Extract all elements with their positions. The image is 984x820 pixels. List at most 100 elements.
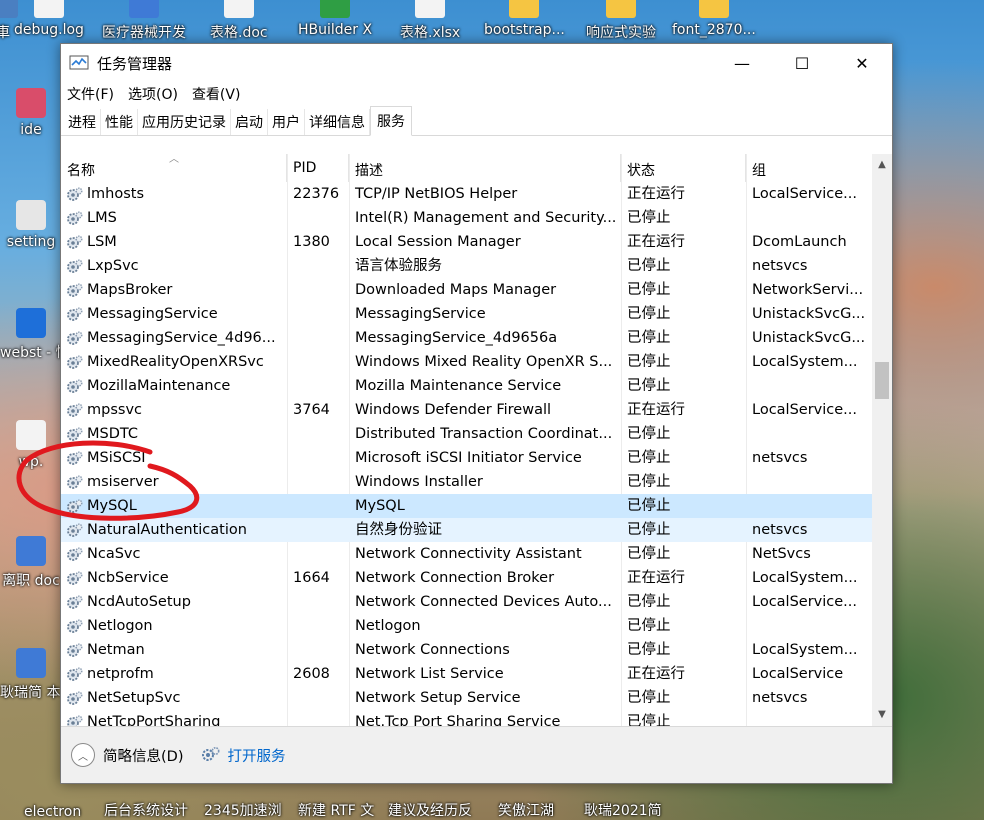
collapse-chevron-icon: ︿	[71, 743, 95, 767]
desktop-icon[interactable]: setting	[0, 200, 62, 250]
minimize-button[interactable]: —	[712, 44, 772, 82]
desktop-icon-label: 医疗器械开发	[102, 25, 186, 41]
service-row[interactable]: MapsBroker Downloaded Maps Manager 已停止 Netw…	[61, 278, 872, 302]
service-pid-cell	[287, 614, 349, 638]
desktop-icon[interactable]: ide	[0, 88, 62, 138]
service-pid-cell	[287, 710, 349, 726]
desktop-icon-label[interactable]: 2345加速浏	[204, 800, 282, 820]
desktop-icon-label[interactable]: 后台系统设计	[104, 800, 188, 820]
service-desc-cell: Network Connections	[355, 642, 510, 658]
desktop-icon-label[interactable]: 耿瑞2021简	[584, 800, 662, 820]
service-group-cell: UnistackSvcG...	[752, 306, 866, 322]
service-row[interactable]: MSiSCSI Microsoft iSCSI Initiator Service…	[61, 446, 872, 470]
service-row[interactable]: MSDTC Distributed Transaction Coordinat..…	[61, 422, 872, 446]
service-row[interactable]: msiserver Windows Installer 已停止	[61, 470, 872, 494]
tab-startup[interactable]: 启动	[231, 109, 268, 135]
menu-file[interactable]: 文件(F)	[67, 84, 114, 104]
tab-processes[interactable]: 进程	[64, 109, 101, 135]
maximize-button[interactable]: ☐	[772, 44, 832, 82]
service-row[interactable]: NcbService 1664 Network Connection Broker 正…	[61, 566, 872, 590]
tab-performance[interactable]: 性能	[101, 109, 138, 135]
service-group-cell: LocalService	[752, 666, 844, 682]
tab-users[interactable]: 用户	[268, 109, 305, 135]
service-desc-cell: Intel(R) Management and Security...	[355, 210, 617, 226]
service-row[interactable]: LMS Intel(R) Management and Security... 已停…	[61, 206, 872, 230]
tab-app-history[interactable]: 应用历史记录	[138, 109, 231, 135]
service-status-cell: 已停止	[627, 690, 671, 706]
desktop-icon[interactable]: 表格.doc	[210, 0, 268, 42]
desktop-icon[interactable]: bootstrap...	[484, 0, 565, 38]
service-name-cell: MessagingService	[87, 306, 218, 322]
desktop-icon-label: 表格.doc	[210, 25, 268, 41]
fewer-details-button[interactable]: ︿ 简略信息(D)	[71, 743, 183, 767]
desktop-icon-label: bootstrap...	[484, 22, 565, 38]
scroll-down-arrow-icon[interactable]: ▼	[872, 706, 892, 724]
column-header-pid[interactable]: PID	[287, 154, 349, 182]
column-header-status[interactable]: 状态	[621, 154, 746, 182]
service-row[interactable]: netprofm 2608 Network List Service 正在运行 Loca…	[61, 662, 872, 686]
scrollbar-thumb[interactable]	[875, 362, 889, 400]
title-bar[interactable]: 任务管理器 — ☐ ✕	[61, 44, 892, 82]
column-header-desc[interactable]: 描述	[349, 154, 621, 182]
column-pid-label: PID	[293, 160, 317, 176]
desktop-icon-label: ide	[20, 122, 42, 138]
service-group-cell	[746, 494, 872, 518]
tab-services[interactable]: 服务	[370, 106, 412, 136]
desktop-icon-label[interactable]: 新建 RTF 文	[298, 800, 374, 820]
service-row[interactable]: NetSetupSvc Network Setup Service 已停止 netsv…	[61, 686, 872, 710]
service-status-cell: 已停止	[627, 474, 671, 490]
service-row[interactable]: NcaSvc Network Connectivity Assistant 已停止 N…	[61, 542, 872, 566]
open-services-link[interactable]: 打开服务	[201, 745, 285, 766]
service-row[interactable]: Netman Network Connections 已停止 LocalSystem.…	[61, 638, 872, 662]
service-row[interactable]: mpssvc 3764 Windows Defender Firewall 正在运行 L…	[61, 398, 872, 422]
service-row[interactable]: MozillaMaintenance Mozilla Maintenance Se…	[61, 374, 872, 398]
service-row[interactable]: MessagingService MessagingService 已停止 Unist…	[61, 302, 872, 326]
service-row[interactable]: NaturalAuthentication 自然身份验证 已停止 netsvcs	[61, 518, 872, 542]
desktop-icon-label[interactable]: electron	[24, 804, 81, 820]
service-pid-cell: 22376	[293, 186, 340, 202]
column-header-name[interactable]: 名称	[61, 154, 287, 182]
desktop-icon[interactable]: 表格.xlsx	[400, 0, 460, 42]
close-button[interactable]: ✕	[832, 44, 892, 82]
desktop-icon[interactable]: 离职 doc	[0, 536, 62, 590]
service-row[interactable]: Netlogon Netlogon 已停止	[61, 614, 872, 638]
desktop-icon-label[interactable]: 笑傲江湖	[498, 800, 554, 820]
service-status-cell: 已停止	[627, 210, 671, 226]
service-group-cell	[746, 422, 872, 446]
desktop-icon[interactable]: font_2870...	[672, 0, 756, 38]
app-icon	[16, 536, 46, 566]
file-icon	[223, 0, 254, 18]
desktop-icon[interactable]: webst - 快捷	[0, 308, 62, 362]
service-row[interactable]: MixedRealityOpenXRSvc Windows Mixed Reali…	[61, 350, 872, 374]
service-desc-cell: Windows Mixed Reality OpenXR S...	[355, 354, 613, 370]
menu-view[interactable]: 查看(V)	[192, 84, 241, 104]
desktop-icon[interactable]: 响应式实验	[586, 0, 656, 42]
column-header-group[interactable]: 组	[746, 154, 872, 182]
desktop-icon-label[interactable]: 建议及经历反	[388, 800, 472, 820]
app-icon	[16, 420, 46, 450]
desktop-icon-label: font_2870...	[672, 22, 756, 38]
desktop-icon[interactable]: debug.log	[14, 0, 84, 38]
service-row[interactable]: LxpSvc 语言体验服务 已停止 netsvcs	[61, 254, 872, 278]
service-row[interactable]: MessagingService_4d96... MessagingService…	[61, 326, 872, 350]
scroll-up-arrow-icon[interactable]: ▲	[872, 156, 892, 174]
service-status-cell: 已停止	[627, 354, 671, 370]
desktop-icon[interactable]: wp.	[0, 420, 62, 470]
tab-details[interactable]: 详细信息	[305, 109, 370, 135]
service-group-cell: netsvcs	[752, 690, 808, 706]
service-row[interactable]: NetTcpPortSharing Net.Tcp Port Sharing Se…	[61, 710, 872, 726]
desktop-icon[interactable]: HBuilder X	[298, 0, 372, 38]
service-row[interactable]: NcdAutoSetup Network Connected Devices Au…	[61, 590, 872, 614]
service-group-cell: netsvcs	[752, 450, 808, 466]
service-name-cell: mpssvc	[87, 402, 142, 418]
desktop-icon[interactable]: 医疗器械开发	[102, 0, 186, 42]
service-row[interactable]: LSM 1380 Local Session Manager 正在运行 DcomLaun…	[61, 230, 872, 254]
service-row[interactable]: lmhosts 22376 TCP/IP NetBIOS Helper 正在运行 Loc…	[61, 182, 872, 206]
vertical-scrollbar[interactable]: ▲ ▼	[872, 154, 892, 726]
menu-options[interactable]: 选项(O)	[128, 84, 178, 104]
desktop-icon-label: setting	[6, 234, 56, 250]
desktop-icon[interactable]: 耿瑞简 本.d	[0, 648, 62, 702]
service-group-cell: LocalSystem...	[752, 570, 858, 586]
service-pid-cell: 1380	[293, 234, 330, 250]
service-row[interactable]: MySQL MySQL 已停止	[61, 494, 872, 518]
